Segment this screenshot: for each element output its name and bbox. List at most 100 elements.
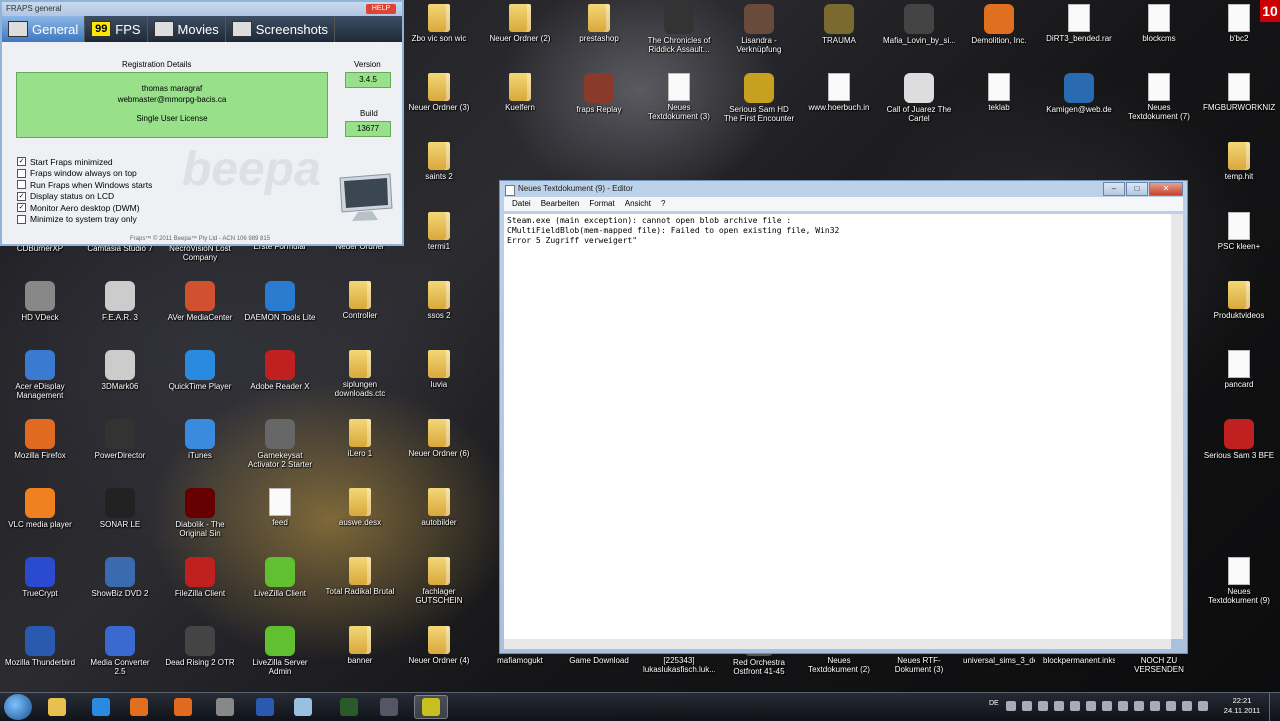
desktop-icon[interactable]: saints 2 bbox=[403, 142, 475, 181]
desktop-icon[interactable]: AVer MediaCenter bbox=[164, 281, 236, 322]
maximize-button[interactable]: □ bbox=[1126, 182, 1148, 196]
desktop-icon[interactable]: Serious Sam HD The First Encounter bbox=[723, 73, 795, 123]
desktop-icon[interactable]: temp.hit bbox=[1203, 142, 1275, 181]
desktop-icon[interactable]: Media Converter 2.5 bbox=[84, 626, 156, 676]
start-button[interactable] bbox=[4, 694, 32, 720]
desktop-icon[interactable]: TRAUMA bbox=[803, 4, 875, 45]
desktop-icon[interactable]: SONAR LE bbox=[84, 488, 156, 529]
checkbox[interactable] bbox=[17, 214, 26, 224]
horizontal-scrollbar[interactable] bbox=[504, 639, 1171, 649]
desktop-icon[interactable]: Mozilla Thunderbird bbox=[4, 626, 76, 667]
taskbar-media-player-button[interactable] bbox=[122, 695, 156, 719]
desktop-icon[interactable]: Neuer Ordner (3) bbox=[403, 73, 475, 112]
desktop-icon[interactable]: Dead Rising 2 OTR bbox=[164, 626, 236, 667]
menu-format[interactable]: Format bbox=[589, 197, 614, 211]
checkbox[interactable]: ✓ bbox=[17, 191, 26, 201]
desktop-icon[interactable]: siplungen downloads.ctc bbox=[324, 350, 396, 398]
desktop-icon[interactable]: fraps Replay bbox=[563, 73, 635, 114]
desktop-icon[interactable]: PowerDirector bbox=[84, 419, 156, 460]
fraps-option[interactable]: ✓ Monitor Aero desktop (DWM) bbox=[17, 202, 152, 214]
close-button[interactable]: ✕ bbox=[1149, 182, 1183, 196]
desktop-icon[interactable]: www.hoerbuch.in bbox=[803, 73, 875, 112]
desktop-icon[interactable]: DAEMON Tools Lite bbox=[244, 281, 316, 322]
desktop-icon[interactable]: Zbo vic son wic bbox=[403, 4, 475, 43]
desktop-icon[interactable]: Neuer Ordner (2) bbox=[484, 4, 556, 43]
taskbar-thunderbird-button[interactable] bbox=[248, 695, 282, 719]
fraps-window[interactable]: FRAPS general HELP General 99 FPS Movies… bbox=[0, 0, 404, 246]
desktop-icon[interactable]: termi1 bbox=[403, 212, 475, 251]
notepad-titlebar[interactable]: Neues Textdokument (9) - Editor – □ ✕ bbox=[500, 181, 1187, 197]
minimize-button[interactable]: – bbox=[1103, 182, 1125, 196]
fraps-option[interactable]: Run Fraps when Windows starts bbox=[17, 179, 152, 191]
tab-general[interactable]: General bbox=[2, 16, 86, 42]
desktop-icon[interactable]: autobilder bbox=[403, 488, 475, 527]
desktop-icon[interactable]: 3DMark06 bbox=[84, 350, 156, 391]
tray-icon[interactable] bbox=[1118, 701, 1128, 711]
clock[interactable]: 22:21 24.11.2011 bbox=[1222, 696, 1262, 716]
taskbar-steam-button[interactable] bbox=[372, 695, 406, 719]
desktop-icon[interactable]: Neuer Ordner (6) bbox=[403, 419, 475, 458]
tray-icon[interactable] bbox=[1006, 701, 1016, 711]
desktop-icon[interactable]: Total Radikal Brutal bbox=[324, 557, 396, 596]
desktop-icon[interactable]: LiveZilla Client bbox=[244, 557, 316, 598]
desktop-icon[interactable]: DiRT3_bended.rar bbox=[1043, 4, 1115, 43]
menu-ansicht[interactable]: Ansicht bbox=[625, 197, 651, 211]
desktop-icon[interactable]: Neues Textdokument (3) bbox=[643, 73, 715, 121]
desktop-icon[interactable]: Mozilla Firefox bbox=[4, 419, 76, 460]
desktop-icon[interactable]: Call of Juarez The Cartel bbox=[883, 73, 955, 123]
taskbar-internet-explorer-button[interactable] bbox=[84, 695, 118, 719]
desktop-icon[interactable]: Neues Textdokument (7) bbox=[1123, 73, 1195, 121]
desktop-icon[interactable]: luvia bbox=[403, 350, 475, 389]
desktop-icon[interactable]: blockcms bbox=[1123, 4, 1195, 43]
desktop-icon[interactable]: Gamekeysat Activator 2 Starter bbox=[244, 419, 316, 469]
fraps-option[interactable]: ✓ Display status on LCD bbox=[17, 191, 152, 203]
vertical-scrollbar[interactable] bbox=[1171, 214, 1183, 639]
desktop-icon[interactable]: FMGBURWORKNIZE... bbox=[1203, 73, 1275, 112]
fraps-help-button[interactable]: HELP bbox=[366, 4, 396, 14]
fraps-option[interactable]: Fraps window always on top bbox=[17, 168, 152, 180]
checkbox[interactable]: ✓ bbox=[17, 157, 26, 167]
desktop-icon[interactable]: iTunes bbox=[164, 419, 236, 460]
taskbar-notepad-button[interactable] bbox=[286, 695, 320, 719]
tab-movies[interactable]: Movies bbox=[148, 16, 226, 42]
desktop-icon[interactable]: Produktvideos bbox=[1203, 281, 1275, 320]
taskbar-game-button[interactable] bbox=[208, 695, 242, 719]
desktop-icon[interactable]: Adobe Reader X bbox=[244, 350, 316, 391]
desktop-icon[interactable]: Diabolik - The Original Sin bbox=[164, 488, 236, 538]
desktop-icon[interactable]: auswe.desx bbox=[324, 488, 396, 527]
desktop-icon[interactable]: The Chronicles of Riddick Assault... bbox=[643, 4, 715, 54]
desktop-icon[interactable]: Lisandra - Verknüpfung bbox=[723, 4, 795, 54]
language-indicator[interactable]: DE bbox=[989, 700, 999, 707]
tray-icon[interactable] bbox=[1070, 701, 1080, 711]
tab-screenshots[interactable]: Screenshots bbox=[226, 16, 335, 42]
desktop-icon[interactable]: fachlager GUTSCHEIN bbox=[403, 557, 475, 605]
show-desktop-button[interactable] bbox=[1269, 693, 1280, 721]
desktop-icon[interactable]: pancard bbox=[1203, 350, 1275, 389]
tray-icon[interactable] bbox=[1134, 701, 1144, 711]
tray-icon[interactable] bbox=[1086, 701, 1096, 711]
desktop-icon[interactable]: FileZilla Client bbox=[164, 557, 236, 598]
tray-icon[interactable] bbox=[1182, 701, 1192, 711]
fraps-option[interactable]: ✓ Start Fraps minimized bbox=[17, 156, 152, 168]
desktop-icon[interactable]: HD VDeck bbox=[4, 281, 76, 322]
taskbar-firefox-button[interactable] bbox=[166, 695, 200, 719]
taskbar-explorer-button[interactable] bbox=[40, 695, 74, 719]
checkbox[interactable]: ✓ bbox=[17, 203, 26, 213]
desktop-icon[interactable]: Kuelfern bbox=[484, 73, 556, 112]
tray-icon[interactable] bbox=[1166, 701, 1176, 711]
desktop-icon[interactable]: iLero 1 bbox=[324, 419, 396, 458]
tab-fps[interactable]: 99 FPS bbox=[85, 16, 148, 42]
tray-icon[interactable] bbox=[1022, 701, 1032, 711]
desktop-icon[interactable]: Acer eDisplay Management bbox=[4, 350, 76, 400]
taskbar-terminal-button[interactable] bbox=[332, 695, 366, 719]
tray-icon[interactable] bbox=[1054, 701, 1064, 711]
fraps-titlebar[interactable]: FRAPS general HELP bbox=[2, 2, 402, 16]
menu-bearbeiten[interactable]: Bearbeiten bbox=[541, 197, 580, 211]
desktop-icon[interactable]: QuickTime Player bbox=[164, 350, 236, 391]
desktop-icon[interactable]: feed bbox=[244, 488, 316, 527]
desktop-icon[interactable]: PSC kleen+ bbox=[1203, 212, 1275, 251]
desktop-icon[interactable]: Neues Textdokument (9) bbox=[1203, 557, 1275, 605]
menu-datei[interactable]: Datei bbox=[512, 197, 531, 211]
taskbar-fraps-button[interactable] bbox=[414, 695, 448, 719]
desktop-icon[interactable]: Mafia_Lovin_by_si... bbox=[883, 4, 955, 45]
